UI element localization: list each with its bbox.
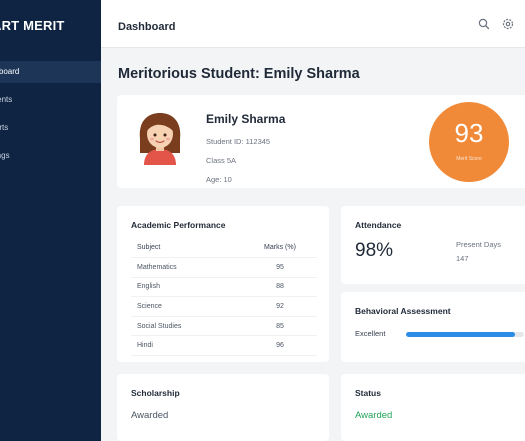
- settings-icon[interactable]: [501, 17, 515, 31]
- subject-cell: Mathematics: [131, 257, 237, 278]
- search-icon[interactable]: [477, 17, 491, 31]
- card-title: Scholarship: [131, 388, 180, 398]
- attendance-percentage: 98%: [355, 240, 394, 261]
- sidebar-item-label: ashboard: [0, 67, 20, 76]
- header-title: Dashboard: [118, 21, 176, 33]
- card-title: Status: [355, 388, 381, 398]
- top-header: Dashboard: [101, 0, 525, 48]
- table-row: English 88: [131, 277, 317, 298]
- sidebar-item-label: tudents: [0, 95, 13, 104]
- behavioral-assessment-card: Behavioral Assessment Excellent: [341, 292, 525, 362]
- status-value: Awarded: [355, 410, 393, 421]
- sidebar-item-students[interactable]: tudents: [0, 89, 101, 111]
- attendance-card: Attendance 98% Present Days 147: [341, 206, 525, 284]
- student-profile-card: Emily Sharma Student ID: 112345 Class 5A…: [117, 95, 525, 188]
- student-name: Emily Sharma: [206, 112, 286, 126]
- column-header-marks: Marks (%): [237, 238, 317, 259]
- card-title: Attendance: [355, 220, 402, 230]
- marks-table: Subject Marks (%) Mathematics 95 English…: [131, 238, 317, 357]
- student-avatar: [139, 113, 181, 165]
- subject-cell: Science: [131, 296, 237, 317]
- card-title: Academic Performance: [131, 220, 226, 230]
- subject-cell: Social Studies: [131, 316, 237, 337]
- sidebar: ART MERIT ashboard tudents eports etting…: [0, 0, 101, 441]
- table-row: Social Studies 85: [131, 316, 317, 337]
- table-row: Mathematics 95: [131, 257, 317, 278]
- table-header-row: Subject Marks (%): [131, 238, 317, 259]
- behavior-rating-label: Excellent: [355, 329, 386, 338]
- student-age: Age: 10: [206, 175, 232, 184]
- page-title: Meritorious Student: Emily Sharma: [118, 66, 360, 82]
- marks-cell: 96: [237, 335, 317, 357]
- subject-cell: Hindi: [131, 335, 237, 357]
- student-id: Student ID: 112345: [206, 137, 271, 146]
- behavior-progress-fill: [406, 332, 515, 337]
- status-card: Status Awarded: [341, 374, 525, 441]
- marks-cell: 85: [237, 316, 317, 337]
- merit-score-value: 93: [454, 118, 484, 148]
- present-days-label: Present Days: [456, 240, 502, 249]
- sidebar-item-dashboard[interactable]: ashboard: [0, 61, 101, 83]
- scholarship-card: Scholarship Awarded: [117, 374, 329, 441]
- subject-cell: English: [131, 277, 237, 298]
- academic-performance-card: Academic Performance Subject Marks (%) M…: [117, 206, 329, 362]
- present-days-value: 147: [456, 254, 469, 263]
- merit-score-badge: 93 Merit Score: [429, 102, 509, 182]
- scholarship-value: Awarded: [131, 410, 169, 421]
- sidebar-item-label: eports: [0, 123, 9, 132]
- sidebar-item-reports[interactable]: eports: [0, 117, 101, 139]
- merit-score-label: Merit Score: [456, 156, 482, 162]
- table-row: Science 92: [131, 296, 317, 317]
- table-row: Hindi 96: [131, 335, 317, 357]
- sidebar-item-settings[interactable]: ettings: [0, 145, 101, 167]
- behavior-progress-bar: [406, 332, 524, 337]
- app-brand: ART MERIT: [0, 18, 65, 33]
- marks-cell: 92: [237, 296, 317, 317]
- card-title: Behavioral Assessment: [355, 306, 451, 316]
- marks-cell: 88: [237, 277, 317, 298]
- sidebar-item-label: ettings: [0, 151, 10, 160]
- marks-cell: 95: [237, 257, 317, 278]
- student-class: Class 5A: [206, 156, 237, 165]
- column-header-subject: Subject: [131, 238, 237, 259]
